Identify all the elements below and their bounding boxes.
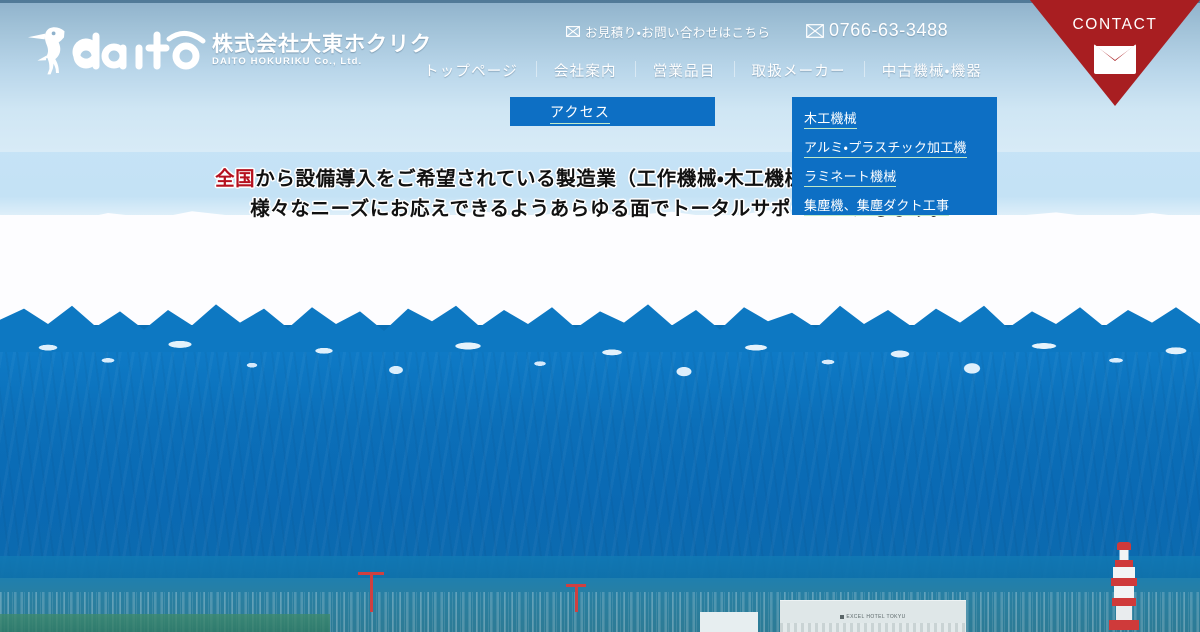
main-navigation: トップページ 会社案内 営業品目 取扱メーカー 中古機械・機器	[406, 60, 1000, 81]
nav-item-products[interactable]: 営業品目	[634, 60, 734, 81]
photo-crane-jib-2	[566, 584, 586, 587]
photo-green-field	[0, 614, 330, 632]
photo-hotel-building: EXCEL HOTEL TOKYU	[780, 600, 966, 632]
company-name-jp: 株式会社大東ホクリク	[212, 33, 432, 56]
site-header: 株式会社大東ホクリク DAITO HOKURIKU Co., Ltd. お見積り…	[0, 0, 1200, 152]
products-dropdown-menu: 木工機械 アルミ・プラスチック加工機 ラミネート機械 集塵機、集塵ダクト工事	[792, 97, 997, 216]
access-menu-box[interactable]: アクセス	[510, 97, 715, 126]
dropdown-item-woodworking[interactable]: 木工機械	[792, 104, 997, 133]
inquiry-label: お見積り・お問い合わせはこちら	[585, 26, 771, 40]
dropdown-item-dust-collector[interactable]: 集塵機、集塵ダクト工事	[792, 191, 997, 220]
hotel-building-label: EXCEL HOTEL TOKYU	[846, 614, 906, 620]
nav-item-company[interactable]: 会社案内	[535, 60, 635, 81]
contact-badge-button[interactable]: CONTACT	[1030, 0, 1200, 106]
dropdown-item-aluminum-plastic[interactable]: アルミ・プラスチック加工機	[792, 133, 997, 162]
hero-headline-line-1: 全国から設備導入をご希望されている製造業（工作機械・木工機械など）のお客様に、	[0, 164, 1200, 194]
photo-radio-tower	[1104, 542, 1144, 632]
envelope-outline-icon	[566, 26, 580, 37]
dropdown-item-label[interactable]: 木工機械	[804, 108, 857, 129]
dropdown-item-label[interactable]: アルミ・プラスチック加工機	[804, 137, 967, 158]
site-logo[interactable]: 株式会社大東ホクリク DAITO HOKURIKU Co., Ltd.	[24, 22, 431, 86]
contact-badge-label: CONTACT	[1072, 16, 1158, 33]
nav-item-makers[interactable]: 取扱メーカー	[733, 60, 864, 81]
nav-item-used[interactable]: 中古機械・機器	[863, 60, 1000, 81]
hero-headline-line-2: 様々なニーズにお応えできるようあらゆる面でトータルサポートいたします。	[250, 198, 950, 221]
hotel-logo-square	[840, 614, 845, 619]
photo-small-building	[700, 612, 758, 632]
dropdown-item-laminate[interactable]: ラミネート機械	[792, 162, 997, 191]
hero-headline: 全国から設備導入をご希望されている製造業（工作機械・木工機械など）のお客様に、 …	[0, 164, 1200, 224]
photo-crane-mast	[370, 572, 373, 612]
photo-crane-mast-2	[575, 584, 578, 612]
hero-headline-highlight: 全国	[215, 168, 256, 190]
access-link[interactable]: アクセス	[550, 102, 611, 124]
mail-envelope-icon	[1094, 44, 1136, 74]
daito-wordmark	[72, 31, 206, 70]
dropdown-item-label[interactable]: 集塵機、集塵ダクト工事	[804, 195, 950, 216]
woodpecker-bird-icon	[28, 27, 65, 75]
phone-number-label: 0766-63-3488	[829, 20, 949, 40]
photo-crane-jib	[358, 572, 384, 575]
company-name-en: DAITO HOKURIKU Co., Ltd.	[212, 56, 363, 67]
inquiry-link[interactable]: お見積り・お問い合わせはこちら	[566, 22, 770, 41]
photo-snow-speckles	[0, 330, 1200, 410]
nav-item-top[interactable]: トップページ	[406, 60, 536, 81]
dropdown-item-label[interactable]: ラミネート機械	[804, 166, 897, 187]
phone-number-item[interactable]: 0766-63-3488	[806, 20, 948, 41]
photo-snow-ridge	[0, 215, 1200, 325]
envelope-outline-icon	[806, 23, 824, 38]
